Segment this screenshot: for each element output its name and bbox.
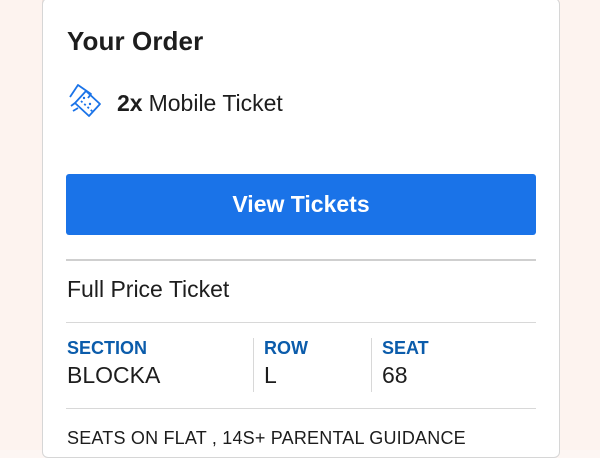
view-tickets-button[interactable]: View Tickets	[66, 174, 536, 235]
divider	[66, 259, 536, 261]
divider	[66, 408, 536, 409]
row-label: ROW	[264, 338, 308, 358]
order-title: Your Order	[67, 26, 203, 57]
seat-value: 68	[382, 362, 429, 388]
row-value: L	[264, 362, 308, 388]
seat-info: SEAT 68	[371, 338, 429, 392]
seat-info-grid: SECTION BLOCKA ROW L SEAT 68	[67, 338, 537, 392]
row-info: ROW L	[253, 338, 308, 392]
section-info: SECTION BLOCKA	[67, 338, 160, 392]
price-type-label: Full Price Ticket	[67, 276, 229, 303]
ticket-icon	[65, 83, 105, 123]
order-card: Your Order 2xMobile Ticket View Tickets	[42, 0, 560, 458]
seat-label: SEAT	[382, 338, 429, 358]
seat-notes: SEATS ON FLAT , 14S+ PARENTAL GUIDANCE	[67, 428, 466, 449]
page-margin-left	[0, 0, 43, 450]
ticket-summary: 2xMobile Ticket	[65, 83, 283, 123]
section-value: BLOCKA	[67, 362, 160, 388]
ticket-quantity: 2x	[117, 90, 143, 116]
page-margin-right	[557, 0, 600, 450]
section-label: SECTION	[67, 338, 160, 358]
ticket-type: Mobile Ticket	[149, 90, 283, 116]
divider	[66, 322, 536, 323]
ticket-description: 2xMobile Ticket	[117, 90, 283, 117]
